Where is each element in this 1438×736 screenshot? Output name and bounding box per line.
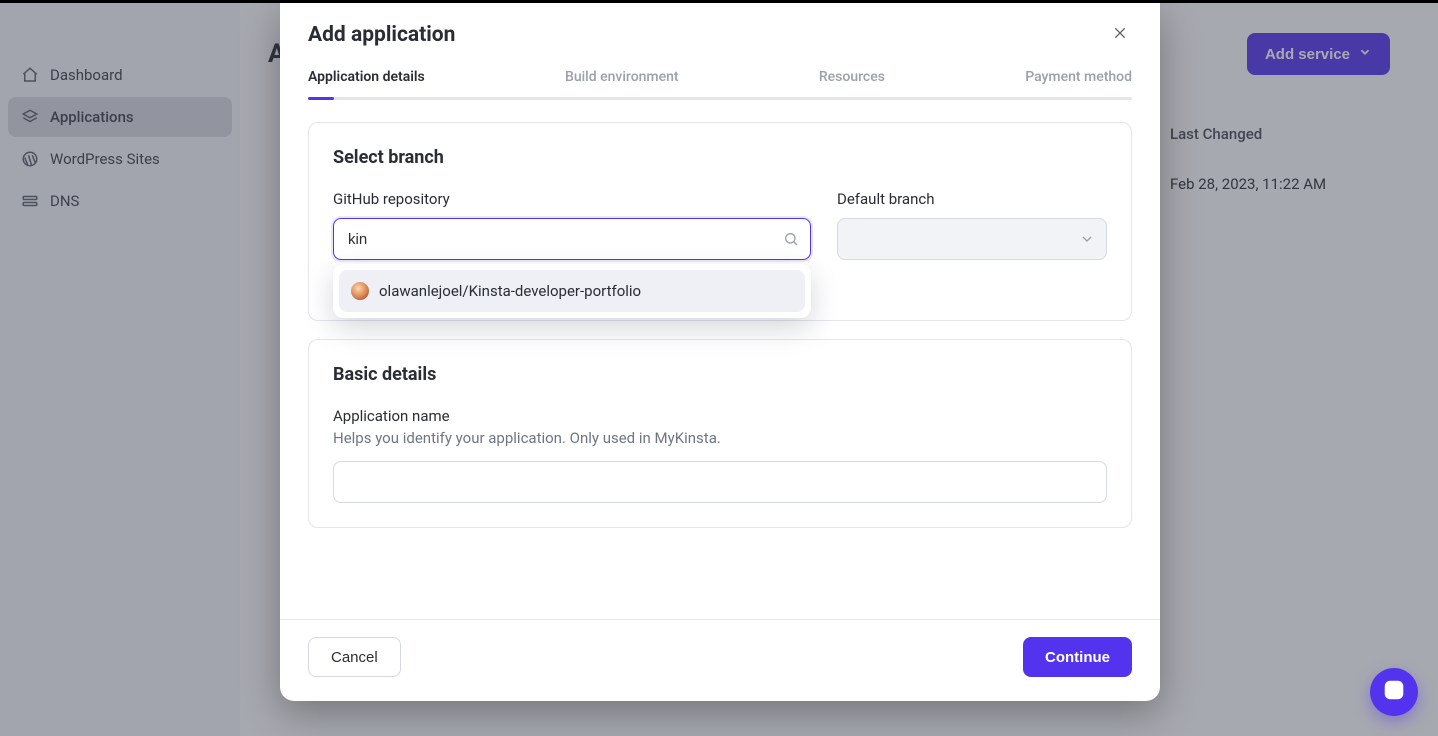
application-name-label: Application name [333,407,1107,425]
basic-details-heading: Basic details [333,364,1107,385]
close-icon [1112,25,1128,45]
select-branch-heading: Select branch [333,147,1107,168]
add-application-modal: Add application Application details Buil… [280,3,1160,701]
step-application-details[interactable]: Application details [308,69,425,97]
avatar [351,282,369,300]
cancel-label: Cancel [331,649,378,666]
close-button[interactable] [1108,23,1132,47]
github-repository-input[interactable] [333,218,811,260]
github-repository-field: GitHub repository olawanlejoel/Kinsta-de… [333,190,811,260]
stepper-progress-track [308,97,1132,100]
repository-suggestion[interactable]: olawanlejoel/Kinsta-developer-portfolio [339,270,805,312]
default-branch-select[interactable] [837,218,1107,260]
application-name-field: Application name Helps you identify your… [333,407,1107,503]
stepper-progress-fill [308,97,334,100]
default-branch-field: Default branch [837,190,1107,260]
step-build-environment[interactable]: Build environment [565,69,679,97]
modal-title: Add application [308,23,455,47]
basic-details-card: Basic details Application name Helps you… [308,339,1132,528]
repository-suggestion-label: olawanlejoel/Kinsta-developer-portfolio [379,282,641,300]
application-name-input[interactable] [333,461,1107,503]
chat-icon [1381,677,1407,707]
select-branch-card: Select branch GitHub repository [308,122,1132,321]
intercom-launcher[interactable] [1370,668,1418,716]
cancel-button[interactable]: Cancel [308,637,401,677]
step-resources[interactable]: Resources [819,69,885,97]
repository-autocomplete-dropdown: olawanlejoel/Kinsta-developer-portfolio [333,264,811,318]
continue-label: Continue [1045,649,1110,666]
github-repository-label: GitHub repository [333,190,811,208]
default-branch-label: Default branch [837,190,1107,208]
modal-stepper: Application details Build environment Re… [280,69,1160,97]
step-payment-method[interactable]: Payment method [1025,69,1132,97]
application-name-help: Helps you identify your application. Onl… [333,429,1107,447]
continue-button[interactable]: Continue [1023,637,1132,677]
